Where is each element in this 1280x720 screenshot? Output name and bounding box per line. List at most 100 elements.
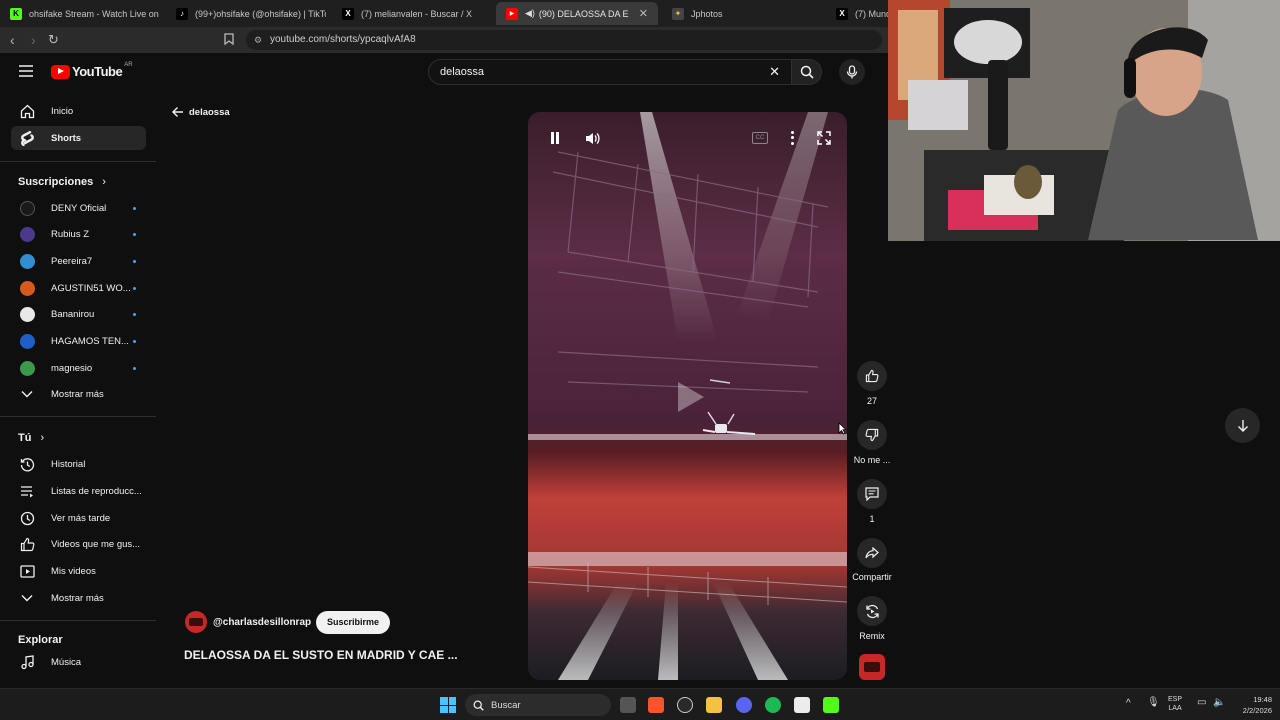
like-count: 27 [866, 396, 877, 406]
browser-tab-photos[interactable]: ✦ Jphotos [662, 2, 822, 25]
close-tab-icon[interactable]: ✕ [639, 7, 648, 20]
sidebar-subs-show-more[interactable]: Mostrar más [11, 382, 146, 406]
microphone-tray-icon[interactable]: 🎙 [1147, 697, 1160, 708]
network-icon[interactable]: ▭ [1197, 697, 1206, 708]
sidebar-item-label: Mis videos [51, 565, 96, 577]
share-label: Compartir [852, 572, 892, 582]
youtube-logo[interactable]: YouTube AR [51, 62, 133, 79]
subscriptions-header[interactable]: Suscripciones › [18, 176, 106, 188]
sidebar-you-show-more[interactable]: Mostrar más [11, 586, 146, 610]
chevron-up-icon[interactable]: ^ [1126, 698, 1131, 709]
sidebar-item-label: Shorts [51, 132, 82, 144]
remix-button[interactable] [857, 596, 887, 626]
clock-time: 19:48 [1253, 695, 1272, 704]
you-header[interactable]: Tú › [18, 432, 44, 444]
browser-tab-youtube[interactable]: ▶ ◀) (90) DELAOSSA DA EL SUSTO ✕ [496, 2, 658, 25]
sidebar-item-label: Rubius Z [51, 228, 90, 240]
search-button[interactable] [792, 59, 822, 85]
subscribe-button[interactable]: Suscribirme [316, 611, 391, 634]
input-language[interactable]: ESP LAA [1168, 695, 1182, 713]
next-short-button[interactable] [1225, 408, 1260, 443]
channel-avatar [19, 333, 35, 349]
sidebar-item-watch-later[interactable]: Ver más tarde [11, 506, 146, 530]
channel-avatar [19, 200, 35, 216]
youtube-play-logo-icon [51, 64, 70, 79]
browser-tab-x[interactable]: X (7) melianvalen - Buscar / X [332, 2, 492, 25]
sidebar-item-shorts[interactable]: Shorts [11, 126, 146, 150]
kick-app-icon[interactable] [823, 697, 839, 713]
site-info-icon[interactable]: ⚙ [254, 30, 262, 50]
speaker-icon[interactable]: 🔈 [1213, 697, 1225, 708]
channel-avatar [19, 280, 35, 296]
sidebar-sub-rubius[interactable]: Rubius Z [11, 222, 146, 246]
tab-label: (7) Mundo e [855, 8, 888, 19]
share-button[interactable] [857, 538, 887, 568]
music-icon [19, 654, 35, 670]
sidebar-item-music[interactable]: Música [11, 650, 146, 674]
captions-icon[interactable]: CC [752, 132, 768, 144]
channel-avatar [19, 360, 35, 376]
back-to-search-link[interactable]: delaossa [171, 106, 230, 118]
windows-start-icon[interactable] [440, 697, 456, 713]
taskbar-search[interactable]: Buscar [465, 694, 611, 716]
browser-tab-kick[interactable]: K ohsifake Stream - Watch Live on [0, 2, 160, 25]
sidebar-item-historial[interactable]: Historial [11, 452, 146, 476]
explore-header: Explorar [18, 634, 63, 646]
comments-button[interactable] [857, 479, 887, 509]
sidebar-item-label: Mostrar más [51, 592, 104, 604]
short-title[interactable]: DELAOSSA DA EL SUSTO EN MADRID Y CAE ... [184, 648, 458, 662]
channel-avatar[interactable] [185, 611, 207, 633]
browser-tab-x2[interactable]: X (7) Mundo e [826, 2, 888, 25]
file-explorer-icon[interactable] [706, 697, 722, 713]
clear-search-icon[interactable]: ✕ [769, 60, 780, 84]
reload-icon[interactable]: ↻ [48, 32, 59, 48]
pause-button[interactable] [544, 127, 566, 149]
audio-source-thumbnail[interactable] [859, 654, 885, 680]
task-view-icon[interactable] [620, 697, 636, 713]
sidebar-sub-hagamos[interactable]: HAGAMOS TEN... [11, 329, 146, 353]
brave-browser-icon[interactable] [648, 697, 664, 713]
sidebar-sub-agustin[interactable]: AGUSTIN51 WO... [11, 276, 146, 300]
arrow-left-icon [172, 107, 183, 117]
sidebar-sub-deny[interactable]: DENY Oficial [11, 196, 146, 220]
chevron-down-icon [19, 386, 35, 402]
fullscreen-icon[interactable] [817, 131, 831, 150]
pause-icon [551, 132, 559, 144]
forward-arrow-icon[interactable]: › [31, 32, 36, 48]
sidebar-sub-bananirou[interactable]: Bananirou [11, 302, 146, 326]
history-icon [19, 456, 35, 472]
browser-tab-tiktok[interactable]: ♪ (99+)ohsifake (@ohsifake) | TikTok [166, 2, 326, 25]
volume-button[interactable] [581, 127, 603, 149]
sidebar-item-inicio[interactable]: Inicio [11, 99, 146, 123]
address-bar[interactable]: ⚙ youtube.com/shorts/ypcaqlvAfA8 [246, 30, 882, 50]
sidebar-sub-peereira[interactable]: Peereira7 [11, 249, 146, 273]
clock-icon [19, 510, 35, 526]
sidebar-item-liked[interactable]: Videos que me gus... [11, 532, 146, 556]
sidebar-item-label: magnesio [51, 362, 93, 374]
chevron-right-icon: › [102, 176, 106, 188]
bookmark-icon[interactable] [224, 33, 234, 50]
voice-search-button[interactable] [839, 59, 865, 85]
share-icon [865, 547, 879, 559]
clock[interactable]: 19:48 2/2/2026 [1232, 694, 1272, 716]
spotify-icon[interactable] [765, 697, 781, 713]
sidebar-item-my-videos[interactable]: Mis videos [11, 559, 146, 583]
like-button[interactable] [857, 361, 887, 391]
comment-count: 1 [869, 514, 875, 524]
sidebar-sub-magnesio[interactable]: magnesio [11, 356, 146, 380]
menu-hamburger-icon[interactable] [18, 64, 34, 78]
sidebar-item-label: Historial [51, 458, 86, 470]
more-options-icon[interactable] [787, 130, 797, 146]
back-arrow-icon[interactable]: ‹ [10, 32, 15, 48]
dislike-button[interactable] [857, 420, 887, 450]
taskbar-search-placeholder: Buscar [491, 699, 521, 711]
short-video-player[interactable]: CC [528, 112, 847, 680]
channel-handle[interactable]: @charlasdesillonrap [213, 617, 311, 628]
obs-like-app-icon[interactable] [794, 697, 810, 713]
sidebar-item-label: Peereira7 [51, 255, 93, 267]
sidebar-item-playlists[interactable]: Listas de reproducc... [11, 479, 146, 503]
playlist-icon [19, 483, 35, 499]
search-input[interactable]: delaossa ✕ [428, 59, 792, 85]
app-icon[interactable] [677, 697, 693, 713]
discord-icon[interactable] [736, 697, 752, 713]
